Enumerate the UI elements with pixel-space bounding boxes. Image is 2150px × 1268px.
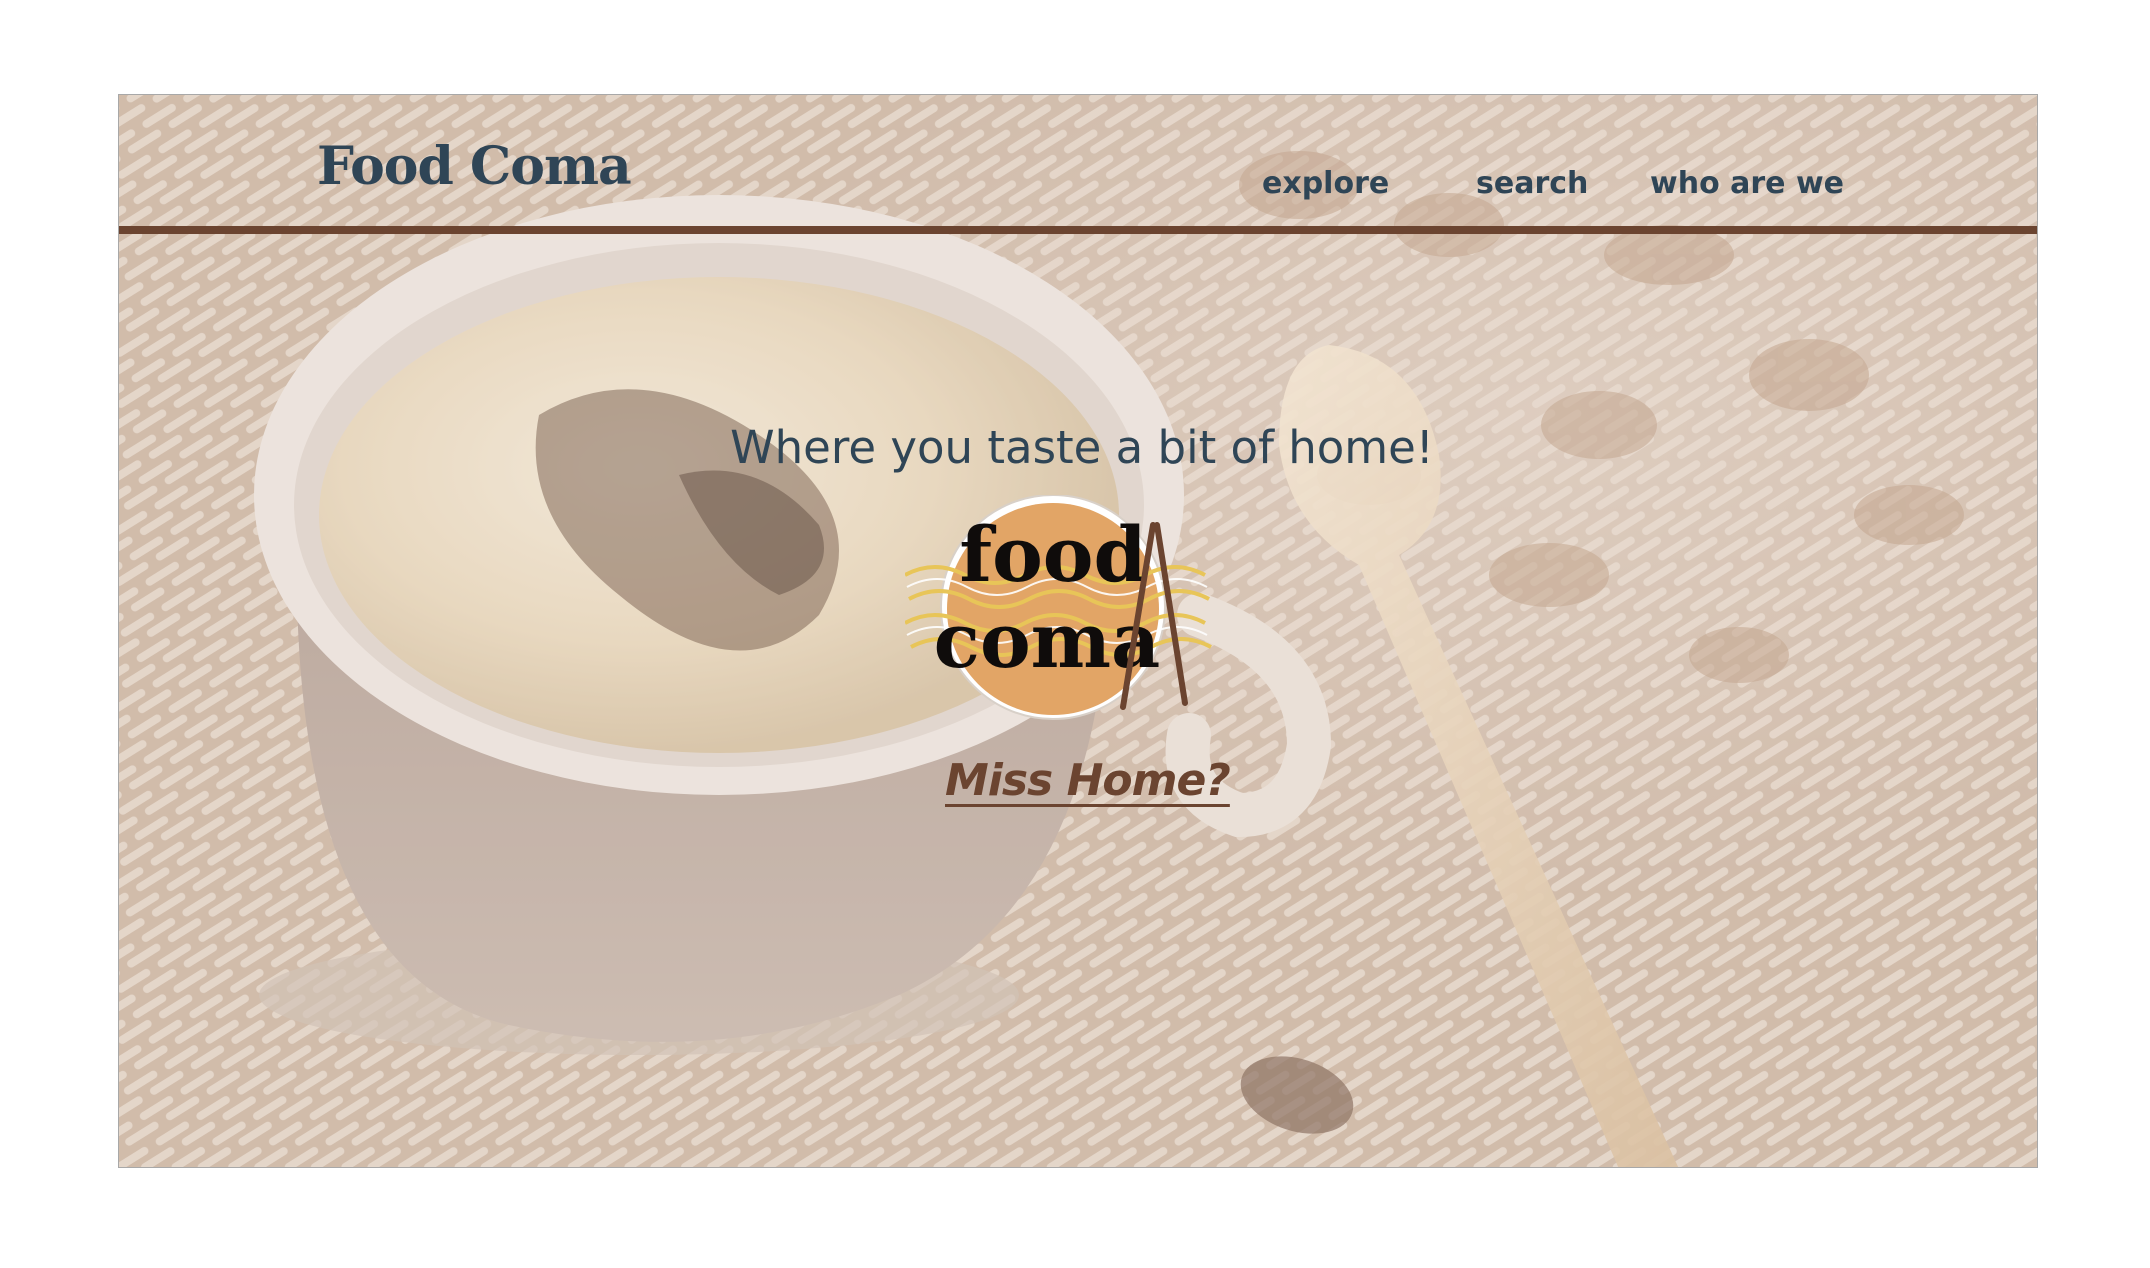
nav-explore-link[interactable]: explore	[1262, 161, 1389, 207]
site-header: Food Coma explore search who are we	[119, 95, 2037, 234]
miss-home-link[interactable]: Miss Home?	[945, 755, 1231, 806]
page-frame: Food Coma explore search who are we Wher…	[118, 94, 2038, 1168]
nav-search-link[interactable]: search	[1476, 161, 1588, 207]
hero-tagline: Where you taste a bit of home!	[730, 421, 1434, 474]
nav-who-are-we-link[interactable]: who are we	[1650, 161, 1844, 207]
main-nav: explore search who are we	[119, 161, 2037, 207]
food-coma-logo-icon: food coma	[905, 495, 1212, 720]
logo-text-food: food	[959, 510, 1146, 599]
